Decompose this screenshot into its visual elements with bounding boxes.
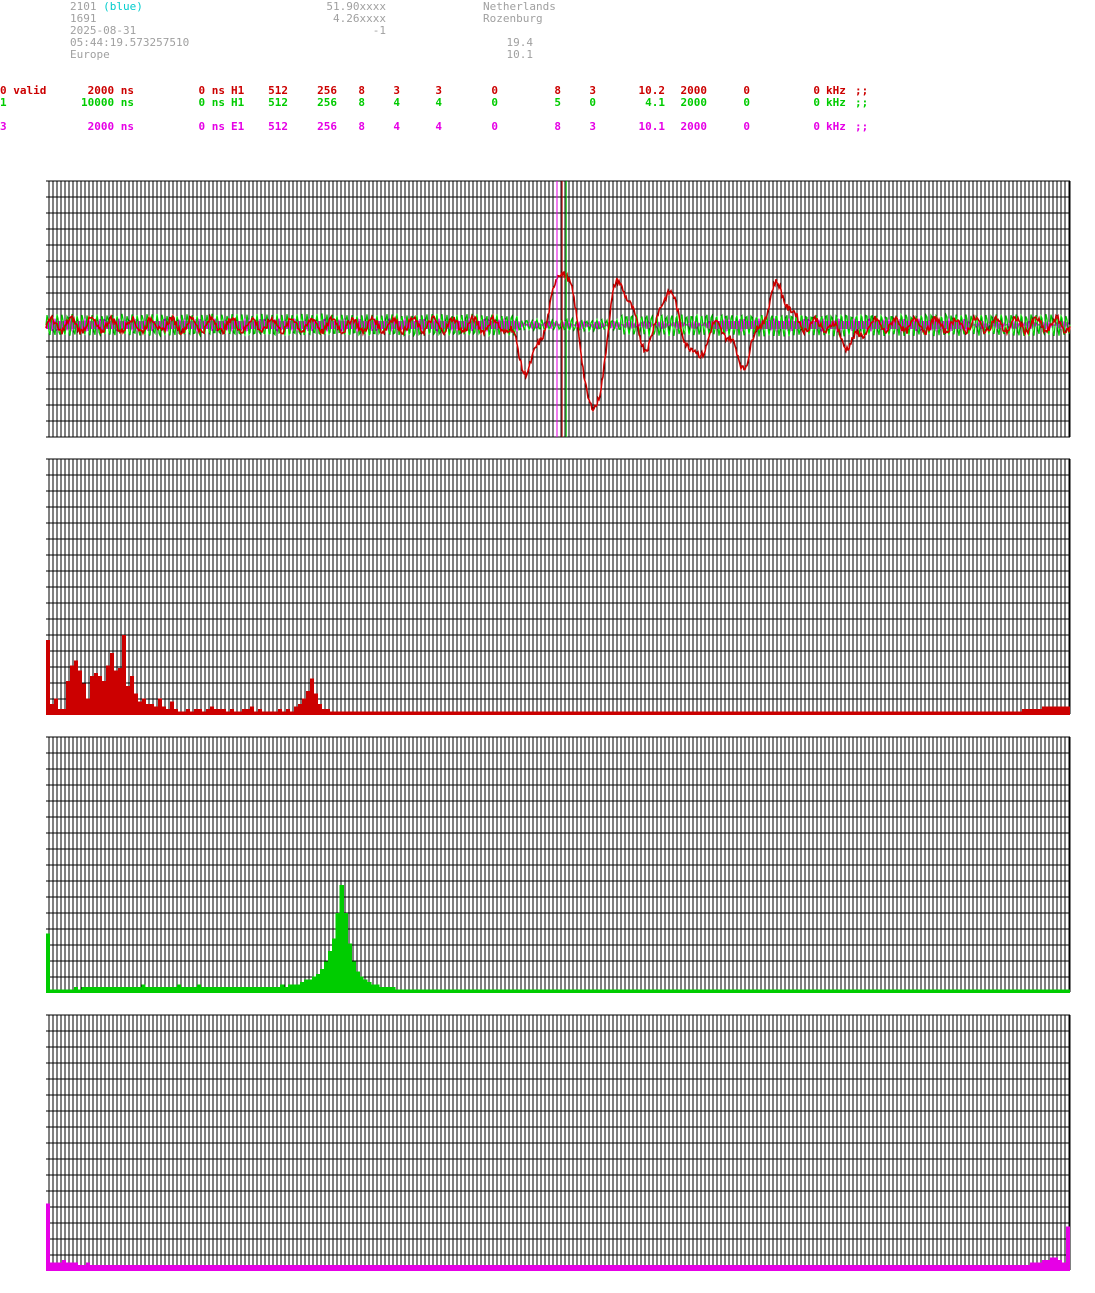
- spectrum-3-bar-246: [1030, 1262, 1035, 1270]
- spectrum-1-bar-65: [306, 691, 311, 714]
- spectrum-2-bar-77: [351, 961, 356, 992]
- spectrum-1-bar-64: [302, 698, 307, 714]
- spectrum-3-bar-251: [1050, 1257, 1055, 1270]
- spectrum-2-bar-72: [331, 938, 336, 992]
- spectrum-1-bar-31: [170, 701, 175, 714]
- spectrum-2-bar-24: [141, 984, 146, 992]
- spectrum-1-bar-24: [142, 698, 147, 714]
- spectrum-3-bar-255: [1066, 1226, 1071, 1270]
- spectrum-3-bar-252: [1054, 1257, 1059, 1270]
- spectrum-3-bar-250: [1046, 1259, 1051, 1270]
- spectrum-3-bar-6: [70, 1262, 75, 1270]
- chart-grid-0: [46, 180, 1071, 438]
- spectrum-2-bar-61: [288, 984, 293, 992]
- spectrum-3-bar-2: [54, 1262, 59, 1270]
- spectrum-3-bar-254: [1062, 1262, 1067, 1270]
- spectrum-1-bar-28: [158, 698, 163, 714]
- spectrum-2-bar-79: [359, 976, 364, 992]
- spectrum-2-bar-75: [343, 912, 348, 992]
- spectrum-3-bar-1: [50, 1262, 55, 1270]
- spectrum-2-bar-76: [347, 943, 352, 992]
- spectrum-2-bar-67: [311, 976, 317, 992]
- chart-grid-2: [46, 736, 1071, 993]
- spectrum-3-bar-248: [1038, 1262, 1043, 1270]
- spectrum-1-bar-16: [110, 652, 115, 714]
- spectrum-1-bar-68: [318, 703, 323, 714]
- spectrum-1-bar-22: [134, 693, 139, 714]
- spectrum-2-bar-68: [315, 974, 321, 992]
- spectrum-1-bar-20: [126, 685, 131, 714]
- spectrum-1-bar-13: [98, 675, 103, 714]
- spectrum-1-bar-19: [122, 634, 127, 714]
- spectrum-1-bar-255: [1066, 706, 1071, 714]
- spectrum-1-bar-6: [70, 665, 75, 714]
- spectrum-2-bar-70: [323, 961, 328, 992]
- spectrum-2-bar-63: [296, 984, 301, 992]
- spectrum-1-bar-26: [150, 703, 155, 714]
- chart-grid-1: [46, 458, 1071, 715]
- spectrum-3-bar-10: [86, 1262, 91, 1270]
- spectrum-3-bar-3: [58, 1262, 63, 1270]
- spectrum-1-bar-62: [294, 706, 299, 714]
- spectrum-2-bar-0: [46, 933, 51, 992]
- spectrum-1-bar-18: [118, 668, 123, 714]
- spectrum-1-bar-9: [82, 683, 87, 714]
- spectrum-1-bar-5: [66, 680, 71, 714]
- spectrum-2-bar-33: [176, 984, 182, 992]
- spectrum-2-bar-38: [196, 984, 201, 992]
- spectrum-2-bar-83: [375, 984, 380, 992]
- spectrum-1-bar-8: [78, 670, 83, 714]
- spectrum-3-bar-249: [1042, 1259, 1047, 1270]
- spectrum-1-bar-251: [1050, 706, 1055, 714]
- spectrum-1-bar-11: [90, 675, 95, 714]
- spectrum-1-bar-66: [310, 678, 315, 714]
- spectrum-1-bar-7: [74, 660, 79, 714]
- spectrum-3-bar-253: [1058, 1259, 1063, 1270]
- spectrum-1-bar-12: [94, 673, 99, 714]
- charts-canvas: [45, 180, 1071, 1271]
- spectrum-3-bar-5: [66, 1262, 71, 1270]
- spectrum-2-bar-78: [355, 971, 360, 992]
- spectrum-2-bar-73: [335, 912, 340, 992]
- spectrum-2-bar-66: [307, 979, 313, 992]
- spectrum-1-bar-254: [1062, 706, 1067, 714]
- spectrum-3-bar-7: [74, 1262, 79, 1270]
- spectrum-3-bar-247: [1034, 1262, 1039, 1270]
- spectrum-1-bar-10: [86, 698, 91, 714]
- chart-grid-3: [46, 1014, 1071, 1271]
- spectrum-1-bar-41: [210, 706, 215, 714]
- spectrum-3-bar-0: [46, 1203, 51, 1270]
- spectrum-1-bar-67: [314, 693, 319, 714]
- spectrum-1-bar-63: [298, 703, 303, 714]
- spectrum-2-bar-64: [300, 981, 305, 992]
- spectrum-2-bar-71: [327, 951, 332, 992]
- spectrum-1-bar-14: [102, 680, 107, 714]
- spectrum-1-bar-253: [1058, 706, 1063, 714]
- spectrum-1-bar-252: [1054, 706, 1059, 714]
- spectrum-3-bar-4: [62, 1259, 67, 1270]
- spectrum-1-bar-25: [146, 703, 151, 714]
- spectrum-2-bar-69: [319, 969, 325, 992]
- spectrum-1-bar-51: [250, 706, 255, 714]
- spectrum-2-bar-81: [367, 981, 372, 992]
- spectrum-1-bar-21: [130, 675, 135, 714]
- spectrum-1-bar-27: [154, 706, 159, 714]
- spectrum-2-bar-82: [371, 984, 376, 992]
- spectrum-1-bar-29: [162, 706, 167, 714]
- spectrum-1-bar-250: [1046, 706, 1051, 714]
- spectrum-2-bar-80: [363, 979, 368, 992]
- spectrum-1-bar-1: [50, 703, 55, 714]
- spectrum-2-bar-62: [292, 984, 297, 992]
- spectrum-1-bar-23: [138, 701, 143, 714]
- spectrum-2-bar-59: [280, 984, 285, 992]
- spectrum-1-bar-249: [1042, 706, 1047, 714]
- spectrum-1-bar-17: [114, 670, 119, 714]
- spectrum-1-bar-0: [46, 640, 51, 714]
- spectrum-1-bar-2: [54, 698, 59, 714]
- spectrum-2-bar-65: [303, 979, 309, 992]
- spectrum-2-bar-74: [339, 884, 344, 992]
- spectrum-1-bar-15: [106, 665, 111, 714]
